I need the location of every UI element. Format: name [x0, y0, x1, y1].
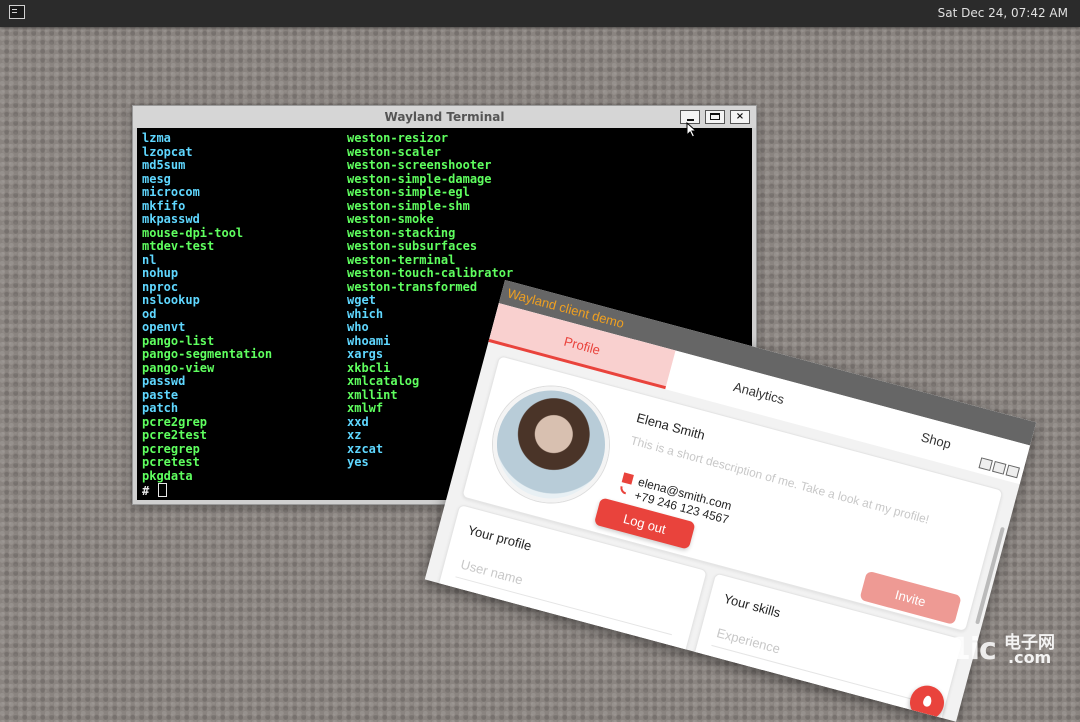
- close-button[interactable]: ×: [730, 110, 750, 124]
- terminal-entry: wget: [347, 293, 376, 307]
- watermark-21ic: 21ic: [930, 632, 997, 667]
- terminal-entry: weston-simple-egl: [347, 185, 470, 199]
- terminal-entry: md5sum: [142, 158, 186, 172]
- phone-icon: [618, 485, 628, 495]
- terminal-entry: nohup: [142, 266, 179, 280]
- terminal-entry: pcre2test: [142, 428, 208, 442]
- terminal-entry: patch: [142, 401, 179, 415]
- terminal-entry: nproc: [142, 279, 179, 294]
- terminal-title: Wayland Terminal: [384, 110, 505, 124]
- terminal-entry: nl: [142, 252, 157, 267]
- panel-clock: Sat Dec 24, 07:42 AM: [937, 6, 1068, 20]
- terminal-entry: weston-smoke: [347, 212, 434, 226]
- demo-maximize-button[interactable]: [992, 460, 1007, 475]
- terminal-entry: pango-view: [142, 360, 215, 375]
- terminal-entry: pango-segmentation: [142, 347, 273, 361]
- terminal-entry: mesg: [142, 171, 171, 186]
- terminal-entry: pkgdata: [142, 468, 193, 483]
- terminal-entry: nslookup: [142, 293, 200, 307]
- terminal-entry: mtdev-test: [142, 239, 215, 253]
- terminal-entry: weston-subsurfaces: [347, 239, 478, 253]
- experience-input[interactable]: [711, 617, 936, 704]
- terminal-entry: weston-resizor: [347, 131, 449, 145]
- username-input[interactable]: [455, 549, 680, 636]
- terminal-titlebar[interactable]: Wayland Terminal ×: [133, 106, 756, 128]
- terminal-entry: weston-simple-shm: [347, 198, 470, 213]
- terminal-entry: weston-screenshooter: [347, 158, 492, 172]
- your-skills-title: Your skills: [722, 590, 783, 621]
- terminal-entry: paste: [142, 387, 179, 402]
- terminal-entry: pcre2grep: [142, 414, 208, 429]
- your-profile-title: Your profile: [466, 522, 534, 554]
- terminal-column-1: lzma lzopcat md5sum mesg microcom mkfifo mkpas…: [142, 131, 273, 483]
- terminal-entry: microcom: [142, 185, 200, 199]
- terminal-entry: weston-simple-damage: [347, 171, 492, 186]
- terminal-entry: od: [142, 306, 157, 321]
- terminal-entry: weston-scaler: [347, 144, 441, 159]
- terminal-prompt: #: [142, 483, 168, 499]
- watermark-logo: 21ic 电子网 .com: [930, 628, 1072, 670]
- terminal-entry: weston-terminal: [347, 252, 456, 267]
- terminal-entry: weston-transformed: [347, 279, 478, 294]
- demo-minimize-button[interactable]: [978, 457, 993, 472]
- terminal-cursor: [158, 483, 168, 497]
- terminal-entry: which: [347, 306, 384, 321]
- mail-icon: [621, 472, 634, 485]
- terminal-entry: passwd: [142, 374, 186, 388]
- terminal-entry: who: [347, 320, 369, 334]
- watermark-com: .com: [1008, 648, 1052, 667]
- terminal-entry: weston-touch-calibrator: [347, 266, 514, 280]
- terminal-entry: lzopcat: [142, 144, 193, 159]
- terminal-entry: mkfifo: [142, 198, 186, 213]
- terminal-entry: openvt: [142, 320, 186, 334]
- terminal-entry: pcretest: [142, 455, 200, 469]
- terminal-entry: lzma: [142, 131, 171, 145]
- terminal-entry: mouse-dpi-tool: [142, 225, 244, 240]
- terminal-entry: mkpasswd: [142, 212, 200, 226]
- terminal-entry: pcregrep: [142, 441, 200, 456]
- mouse-pointer-icon: [686, 122, 698, 138]
- avatar: [479, 373, 623, 516]
- terminal-entry: pango-list: [142, 333, 215, 348]
- maximize-button[interactable]: [705, 110, 725, 124]
- top-panel: Sat Dec 24, 07:42 AM: [0, 0, 1080, 27]
- terminal-launcher-icon[interactable]: [9, 5, 25, 19]
- terminal-entry: weston-stacking: [347, 225, 456, 240]
